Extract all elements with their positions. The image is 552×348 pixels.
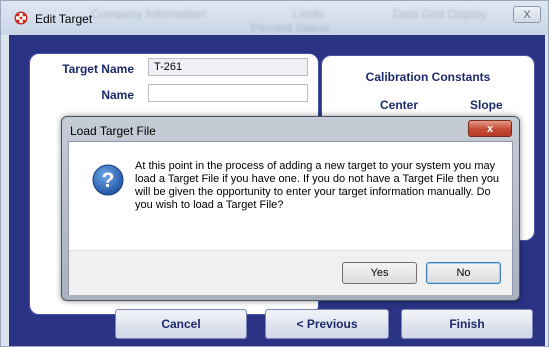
svg-text:?: ? [102,169,115,192]
center-column-header: Center [380,98,419,112]
target-name-label: Target Name [62,62,134,76]
background-header: Company Information [91,7,206,21]
cancel-button[interactable]: Cancel [115,309,247,339]
background-header: Limits [293,7,325,21]
previous-button[interactable]: < Previous [265,309,389,339]
target-name-field[interactable]: T-261 [148,58,308,76]
dialog-close-button[interactable]: x [468,120,512,137]
window-title: Edit Target [35,12,93,26]
finish-button[interactable]: Finish [401,309,533,339]
dialog-message: At this point in the process of adding a… [135,160,500,211]
app-icon [14,11,28,25]
slope-column-header: Slope [470,98,503,112]
name-label: Name [101,88,134,102]
question-icon: ? [92,164,124,196]
yes-button[interactable]: Yes [342,262,417,284]
dialog-button-bar: Yes No [69,250,512,295]
name-field[interactable] [148,84,308,102]
edit-target-window: Edit Target Company Information Limits D… [0,0,549,347]
calibration-title: Calibration Constants [365,70,491,84]
background-header: Percent Status [251,21,330,35]
dialog-body: ? At this point in the process of adding… [68,141,513,295]
title-bar[interactable]: Edit Target Company Information Limits D… [1,1,548,35]
window-close-button[interactable]: X [513,6,541,23]
dialog-title: Load Target File [70,124,156,138]
load-target-file-dialog: Load Target File x ? At this point in th… [61,116,520,301]
background-header: Data Grid Display [393,7,488,21]
no-button[interactable]: No [426,262,501,284]
